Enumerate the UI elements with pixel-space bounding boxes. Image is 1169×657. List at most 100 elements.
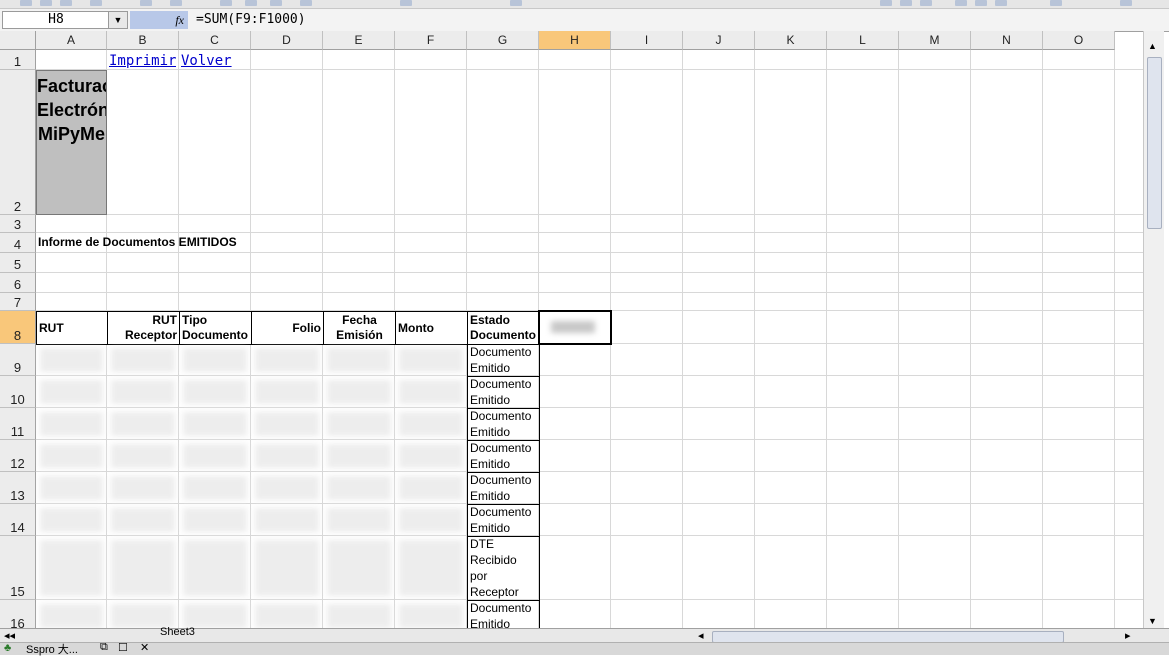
row-header-15[interactable]: 15	[0, 536, 36, 600]
row-header-14[interactable]: 14	[0, 504, 36, 536]
vertical-scroll-thumb[interactable]	[1147, 57, 1162, 229]
row-header-11[interactable]: 11	[0, 408, 36, 440]
blurred-data-cell	[40, 380, 103, 404]
spellcheck-icon[interactable]	[170, 0, 182, 6]
column-header-e[interactable]: E	[323, 31, 395, 50]
column-header-i[interactable]: I	[611, 31, 683, 50]
row-header-13[interactable]: 13	[0, 472, 36, 504]
row-header-1[interactable]: 1	[0, 50, 36, 70]
blurred-data-cell	[40, 412, 103, 436]
row-header-7[interactable]: 7	[0, 293, 36, 311]
gridline-h	[36, 599, 1143, 600]
status-cell: Documento Emitido	[467, 504, 540, 537]
scroll-up-icon[interactable]: ▲	[1148, 41, 1157, 51]
column-header-o[interactable]: O	[1043, 31, 1115, 50]
row-header-12[interactable]: 12	[0, 440, 36, 472]
row-header-10[interactable]: 10	[0, 376, 36, 408]
select-all-corner[interactable]	[0, 31, 36, 50]
column-header-m[interactable]: M	[899, 31, 971, 50]
taskbar-item[interactable]: Sspro 大...	[26, 641, 78, 657]
name-box[interactable]: H8	[2, 11, 110, 29]
back-link[interactable]: Volver	[181, 50, 232, 70]
vertical-scrollbar[interactable]: ▲ ▼	[1143, 31, 1164, 628]
paste-icon[interactable]	[270, 0, 282, 6]
row-header-6[interactable]: 6	[0, 273, 36, 293]
underline-icon[interactable]	[920, 0, 932, 6]
row-header-2[interactable]: 2	[0, 70, 36, 215]
blurred-data-cell	[255, 380, 319, 404]
blurred-data-cell	[399, 604, 463, 628]
gridline-h	[36, 439, 1143, 440]
row-header-5[interactable]: 5	[0, 253, 36, 273]
scroll-left-icon[interactable]: ◂	[698, 629, 704, 642]
scroll-down-icon[interactable]: ▼	[1148, 616, 1157, 626]
row-number: 13	[10, 488, 25, 503]
row-header-4[interactable]: 4	[0, 233, 36, 253]
sheet-tab[interactable]: Sheet3	[160, 626, 195, 638]
bold-icon[interactable]	[880, 0, 892, 6]
formula-bar: H8 ▼ fx =SUM(F9:F1000)	[0, 9, 1169, 32]
blurred-data-cell	[183, 508, 247, 532]
cut-icon[interactable]	[220, 0, 232, 6]
new-icon[interactable]	[20, 0, 32, 6]
scroll-right-icon[interactable]: ▸	[1125, 629, 1131, 642]
spreadsheet-grid[interactable]: A B C D E F G H I J K L M N O 1 2 3 4 5 6 7 8 9 10 11 12 13 14 15 16 Im…	[0, 31, 1143, 628]
preview-icon[interactable]	[140, 0, 152, 6]
blurred-data-cell	[40, 508, 103, 532]
column-header-g[interactable]: G	[467, 31, 539, 50]
column-header-d[interactable]: D	[251, 31, 323, 50]
blurred-data-cell	[183, 444, 247, 468]
blurred-data-cell	[399, 380, 463, 404]
header-monto-total: Monto Total	[395, 311, 468, 345]
column-header-l[interactable]: L	[827, 31, 899, 50]
blurred-data-cell	[327, 476, 391, 500]
open-icon[interactable]	[40, 0, 52, 6]
print-link[interactable]: Imprimir	[109, 50, 176, 70]
column-header-c[interactable]: C	[179, 31, 251, 50]
copy-icon[interactable]	[245, 0, 257, 6]
align-center-icon[interactable]	[975, 0, 987, 6]
formula-input[interactable]: =SUM(F9:F1000)	[196, 11, 306, 29]
align-left-icon[interactable]	[955, 0, 967, 6]
column-header-n[interactable]: N	[971, 31, 1043, 50]
row-number: 3	[13, 217, 22, 232]
column-header-f[interactable]: F	[395, 31, 467, 50]
row-header-8[interactable]: 8	[0, 311, 36, 344]
row-header-9[interactable]: 9	[0, 344, 36, 376]
save-icon[interactable]	[60, 0, 72, 6]
header-fecha-emision: Fecha Emisión	[323, 311, 396, 345]
row-header-16[interactable]: 16	[0, 600, 36, 628]
format-painter-icon[interactable]	[300, 0, 312, 6]
maximize-icon[interactable]: ☐	[118, 641, 128, 654]
chart-icon[interactable]	[510, 0, 522, 6]
blurred-data-cell	[255, 508, 319, 532]
blurred-data-cell	[327, 540, 391, 596]
currency-icon[interactable]	[1050, 0, 1062, 6]
status-cell: Documento Emitido	[467, 472, 540, 505]
sort-icon[interactable]	[400, 0, 412, 6]
gridline-h	[36, 272, 1143, 273]
decimal-icon[interactable]	[1120, 0, 1132, 6]
print-icon[interactable]	[90, 0, 102, 6]
close-icon[interactable]: ✕	[140, 641, 149, 654]
column-header-a[interactable]: A	[36, 31, 107, 50]
italic-icon[interactable]	[900, 0, 912, 6]
fx-icon[interactable]: fx	[130, 11, 188, 29]
gridline-v	[754, 50, 755, 628]
blurred-data-cell	[183, 604, 247, 628]
first-sheet-icon[interactable]: ◂◂	[4, 629, 15, 642]
blurred-data-cell	[40, 604, 103, 628]
blurred-data-cell	[111, 476, 175, 500]
gridline-v	[682, 50, 683, 628]
gridline-v	[1114, 50, 1115, 628]
column-header-h[interactable]: H	[539, 31, 611, 50]
align-right-icon[interactable]	[995, 0, 1007, 6]
row-header-3[interactable]: 3	[0, 215, 36, 233]
column-header-b[interactable]: B	[107, 31, 179, 50]
status-cell: DTE Recibido por Receptor	[467, 536, 540, 601]
chevron-down-icon[interactable]: ▼	[108, 11, 128, 29]
restore-icon[interactable]: ⧉	[100, 641, 108, 654]
column-header-j[interactable]: J	[683, 31, 755, 50]
column-header-k[interactable]: K	[755, 31, 827, 50]
row-number: 12	[10, 456, 25, 471]
